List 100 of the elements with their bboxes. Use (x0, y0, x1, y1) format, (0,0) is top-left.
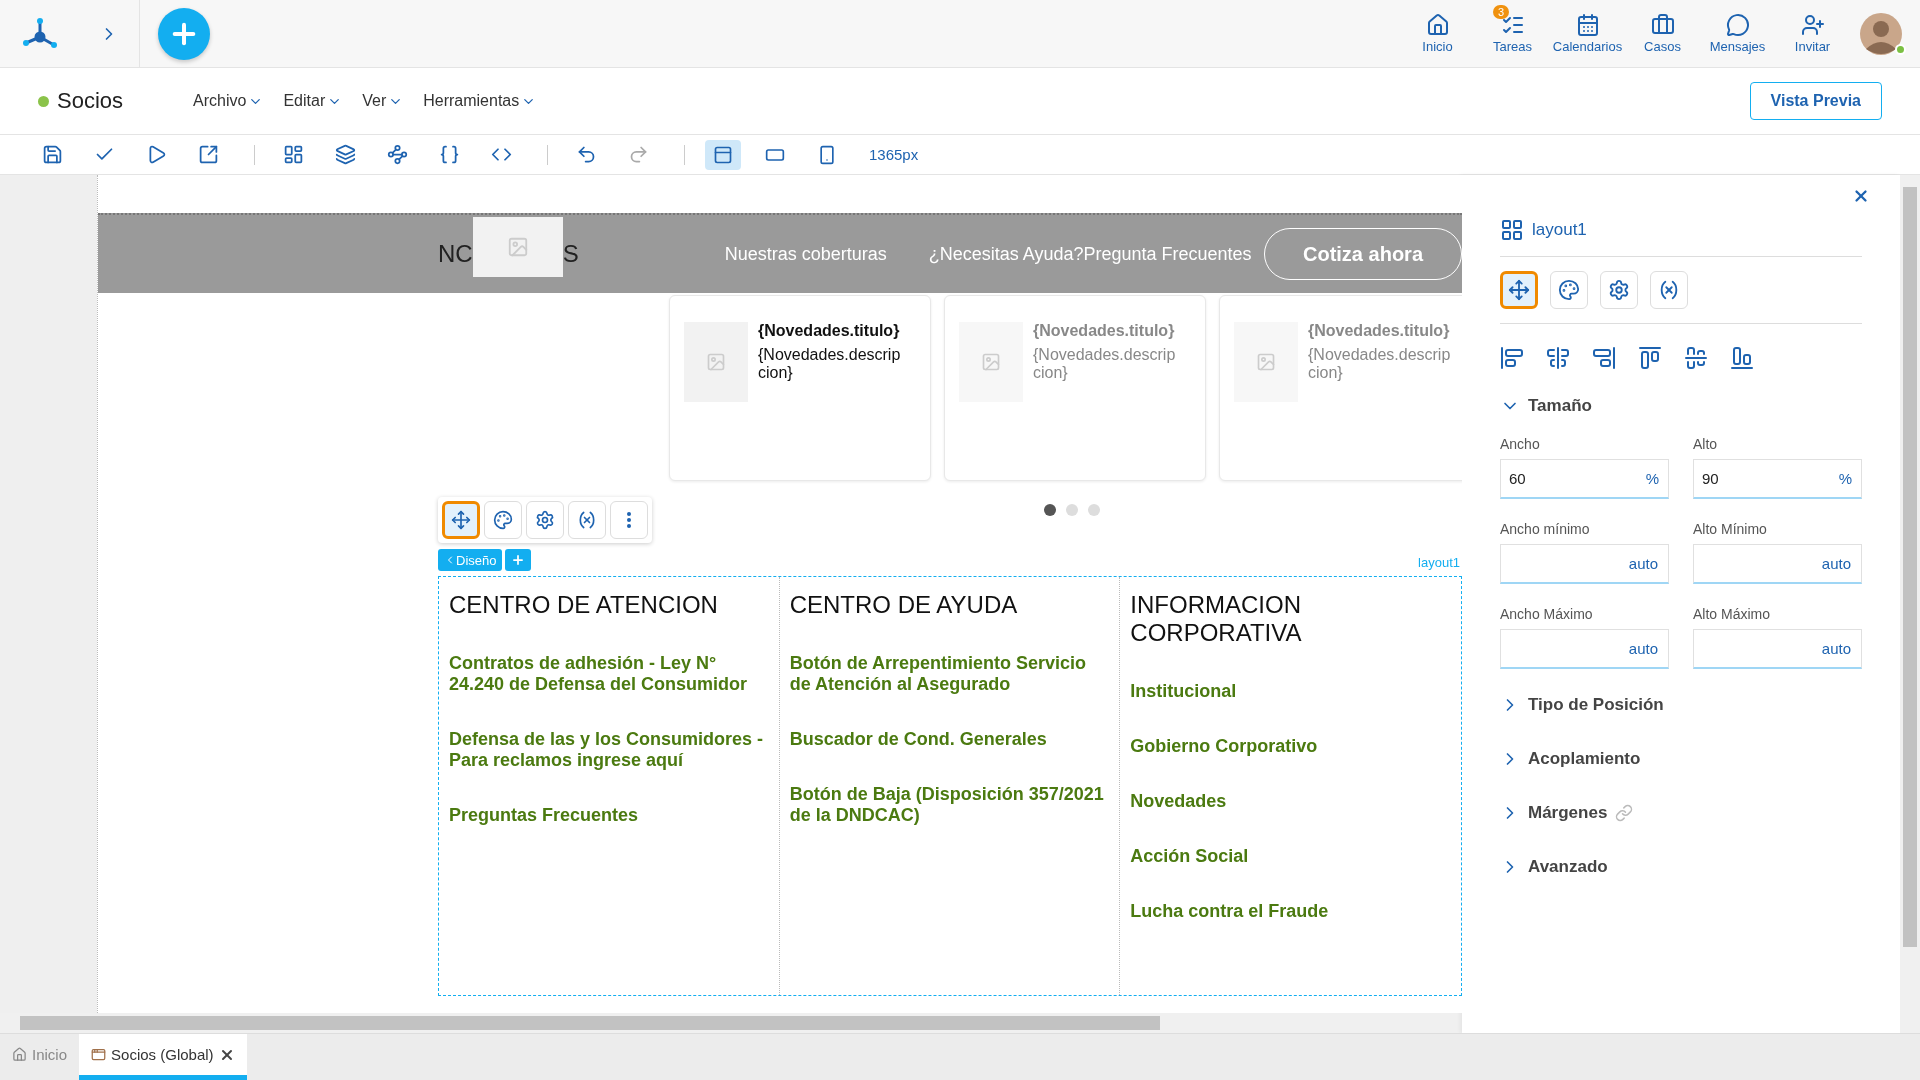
online-dot (1895, 43, 1906, 55)
formula-button[interactable] (568, 501, 606, 539)
document-tab[interactable]: Inicio (0, 1034, 80, 1080)
align-left-icon[interactable] (1500, 346, 1524, 370)
align-top-icon[interactable] (1638, 346, 1662, 370)
preview-button[interactable]: Vista Previa (1749, 82, 1882, 120)
footer-link[interactable]: Gobierno Corporativo (1130, 736, 1451, 757)
count-badge: 3 (1493, 5, 1510, 19)
window-icon (91, 1047, 107, 1062)
variable-icon (1658, 279, 1680, 301)
style-button[interactable] (484, 501, 522, 539)
settings-button[interactable] (526, 501, 564, 539)
move-icon (451, 510, 471, 530)
more-button[interactable] (610, 501, 648, 539)
menu-item[interactable]: Editar (283, 92, 343, 110)
align-middle-icon[interactable] (1684, 346, 1708, 370)
section-toggle[interactable]: Avanzado (1500, 857, 1608, 877)
footer-link[interactable]: Lucha contra el Fraude (1130, 901, 1451, 922)
footer-link[interactable]: Botón de Baja (Disposición 357/2021 de la DNDCAC) (789, 784, 1110, 826)
card-title: {Novedades.titulo} (1308, 322, 1451, 340)
position-button[interactable] (442, 501, 480, 539)
section-toggle[interactable]: Tamaño (1500, 396, 1592, 416)
field-label: Alto Mínimo (1693, 521, 1768, 537)
footer-link[interactable]: Novedades (1130, 791, 1451, 812)
align-bottom-icon[interactable] (1730, 346, 1754, 370)
move-icon (1508, 279, 1530, 301)
add-user-icon (1800, 13, 1825, 37)
nav-item[interactable]: Invitar (1775, 13, 1850, 54)
more-icon (627, 512, 631, 528)
status-dot (38, 95, 49, 107)
column-heading: INFORMACION CORPORATIVA (1130, 591, 1303, 647)
section-toggle[interactable]: Márgenes (1500, 803, 1608, 823)
variable-icon (577, 510, 597, 530)
unit-label: % (1645, 470, 1659, 487)
carousel-dot[interactable] (1088, 504, 1100, 516)
vertical-scrollbar[interactable] (1900, 175, 1920, 1033)
column-heading: CENTRO DE AYUDA (789, 591, 1019, 619)
menu-item[interactable]: Ver (362, 92, 404, 110)
size-field[interactable]: auto (1693, 629, 1862, 669)
home-icon (12, 1047, 27, 1062)
palette-icon (1558, 279, 1580, 301)
size-field[interactable]: auto (1500, 629, 1669, 669)
footer-link[interactable]: Contratos de adhesión - Ley N° 24.240 de Defensa del Consumidor (449, 653, 769, 695)
section-toggle[interactable]: Tipo de Posición (1500, 695, 1664, 715)
menu-item[interactable]: Herramientas (423, 92, 537, 110)
document-tab[interactable]: Socios (Global) (79, 1034, 247, 1080)
column-heading: CENTRO DE ATENCION (449, 591, 719, 619)
align-right-icon[interactable] (1592, 346, 1616, 370)
phone-icon (817, 144, 837, 165)
unit-label: % (1838, 470, 1852, 487)
field-label: Alto (1693, 436, 1719, 452)
layers-icon (334, 144, 356, 165)
desktop-view-button[interactable] (705, 139, 741, 170)
footer-link[interactable]: Institucional (1130, 681, 1451, 702)
align-center-icon[interactable] (1546, 346, 1570, 370)
carousel-dot[interactable] (1044, 504, 1056, 516)
layout-icon (1500, 218, 1524, 242)
style-tab[interactable] (1550, 271, 1588, 309)
desktop-icon (713, 144, 733, 165)
formula-tab[interactable] (1650, 271, 1688, 309)
chat-bubble-icon (1725, 13, 1750, 37)
header-title: S (562, 240, 579, 268)
nodes-icon (386, 144, 408, 165)
footer-link[interactable]: Acción Social (1130, 846, 1451, 867)
braces-icon (438, 144, 460, 165)
avatar[interactable] (1860, 12, 1902, 55)
size-field[interactable]: auto (1693, 544, 1862, 584)
save-icon (41, 144, 63, 165)
settings-tab[interactable] (1600, 271, 1638, 309)
header-title: NC (438, 240, 473, 268)
card-description: {Novedades.descripcion} (1308, 346, 1452, 382)
image-icon (506, 236, 529, 258)
panel-title: layout1 (1532, 220, 1587, 240)
image-icon (706, 352, 726, 372)
position-tab[interactable] (1500, 271, 1538, 309)
palette-icon (493, 510, 513, 530)
footer-link[interactable]: Preguntas Frecuentes (449, 805, 769, 826)
nav-item[interactable]: Mensajes (1700, 13, 1775, 54)
briefcase-icon (1650, 13, 1675, 37)
grid-icon (282, 144, 304, 165)
nav-item[interactable]: Inicio (1400, 13, 1475, 54)
footer-link[interactable]: Buscador de Cond. Generales (789, 729, 1110, 750)
footer-link[interactable]: Botón de Arrepentimiento Servicio de Atención al Asegurado (789, 653, 1110, 695)
nav-item[interactable]: Calendarios (1550, 13, 1625, 54)
carousel-dot[interactable] (1066, 504, 1078, 516)
field-label: Alto Máximo (1693, 606, 1772, 622)
section-toggle[interactable]: Acoplamiento (1500, 749, 1641, 769)
layout-label: layout1 (1418, 555, 1460, 570)
menu-item[interactable]: Archivo (193, 92, 264, 110)
card-title: {Novedades.titulo} (758, 322, 901, 340)
card-title: {Novedades.titulo} (1033, 322, 1176, 340)
nav-item[interactable]: Casos (1625, 13, 1700, 54)
field-label: Ancho mínimo (1500, 521, 1591, 537)
footer-link[interactable]: Defensa de las y los Consumidores - Para reclamos ingrese aquí (449, 729, 769, 771)
settings-icon (535, 510, 555, 530)
card-description: {Novedades.descripcion} (758, 346, 902, 382)
field-label: Ancho Máximo (1500, 606, 1594, 622)
image-icon (1256, 352, 1276, 372)
image-icon (981, 352, 1001, 372)
size-field[interactable]: auto (1500, 544, 1669, 584)
